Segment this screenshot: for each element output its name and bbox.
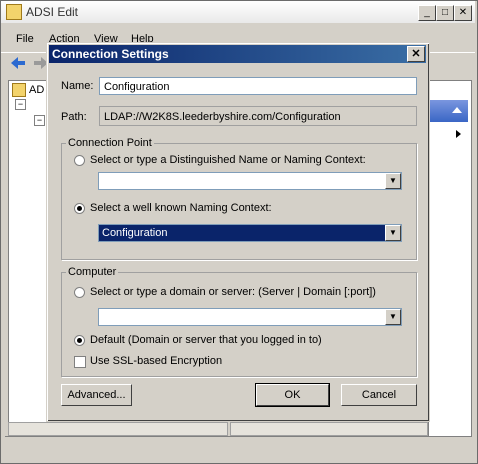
path-label: Path:: [61, 111, 87, 123]
dialog-close-button[interactable]: ✕: [407, 46, 425, 62]
dropdown-arrow-icon[interactable]: ▼: [385, 309, 401, 325]
main-window-title: ADSI Edit: [26, 5, 79, 19]
connection-point-caption: Connection Point: [66, 137, 154, 149]
server-combobox[interactable]: [98, 308, 402, 326]
computer-caption: Computer: [66, 266, 119, 278]
dropdown-arrow-icon[interactable]: ▼: [385, 173, 401, 189]
back-arrow-icon[interactable]: [10, 56, 26, 70]
actions-header: [430, 100, 468, 122]
horizontal-scrollbar[interactable]: [8, 422, 228, 436]
maximize-button[interactable]: □: [436, 5, 454, 21]
horizontal-scrollbar[interactable]: [230, 422, 428, 436]
dropdown-arrow-icon[interactable]: ▼: [385, 225, 401, 241]
tree-root-label[interactable]: AD: [29, 84, 44, 96]
cancel-button[interactable]: Cancel: [341, 384, 417, 406]
default-server-label: Default (Domain or server that you logge…: [90, 334, 322, 346]
distinguished-name-combobox[interactable]: [98, 172, 402, 190]
collapse-up-icon[interactable]: [452, 107, 462, 113]
status-bar: [5, 436, 471, 457]
radio-default-server[interactable]: [74, 335, 85, 346]
minimize-button[interactable]: _: [418, 5, 436, 21]
menu-file[interactable]: File: [16, 33, 34, 45]
radio-well-known-context[interactable]: [74, 203, 85, 214]
adsi-root-icon: [12, 83, 26, 97]
ok-button[interactable]: OK: [255, 383, 330, 407]
dialog-title: Connection Settings: [52, 47, 169, 61]
well-known-context-combobox[interactable]: Configuration: [98, 224, 402, 242]
advanced-button[interactable]: Advanced...: [61, 384, 132, 406]
actions-pane: [428, 80, 472, 437]
tree-collapse-icon[interactable]: −: [15, 99, 26, 110]
distinguished-name-label: Select or type a Distinguished Name or N…: [90, 154, 366, 166]
path-field[interactable]: LDAP://W2K8S.leederbyshire.com/Configura…: [99, 106, 417, 126]
tree-collapse-icon[interactable]: −: [34, 115, 45, 126]
ssl-checkbox[interactable]: [74, 356, 86, 368]
adsi-edit-icon: [6, 4, 22, 20]
name-field[interactable]: Configuration: [99, 77, 417, 95]
name-label: Name:: [61, 80, 94, 92]
radio-distinguished-name[interactable]: [74, 155, 85, 166]
close-window-button[interactable]: ✕: [454, 5, 472, 21]
ssl-label: Use SSL-based Encryption: [90, 355, 223, 367]
radio-domain-or-server[interactable]: [74, 287, 85, 298]
submenu-arrow-icon[interactable]: [456, 130, 461, 138]
domain-or-server-label: Select or type a domain or server: (Serv…: [90, 286, 376, 298]
well-known-context-label: Select a well known Naming Context:: [90, 202, 272, 214]
